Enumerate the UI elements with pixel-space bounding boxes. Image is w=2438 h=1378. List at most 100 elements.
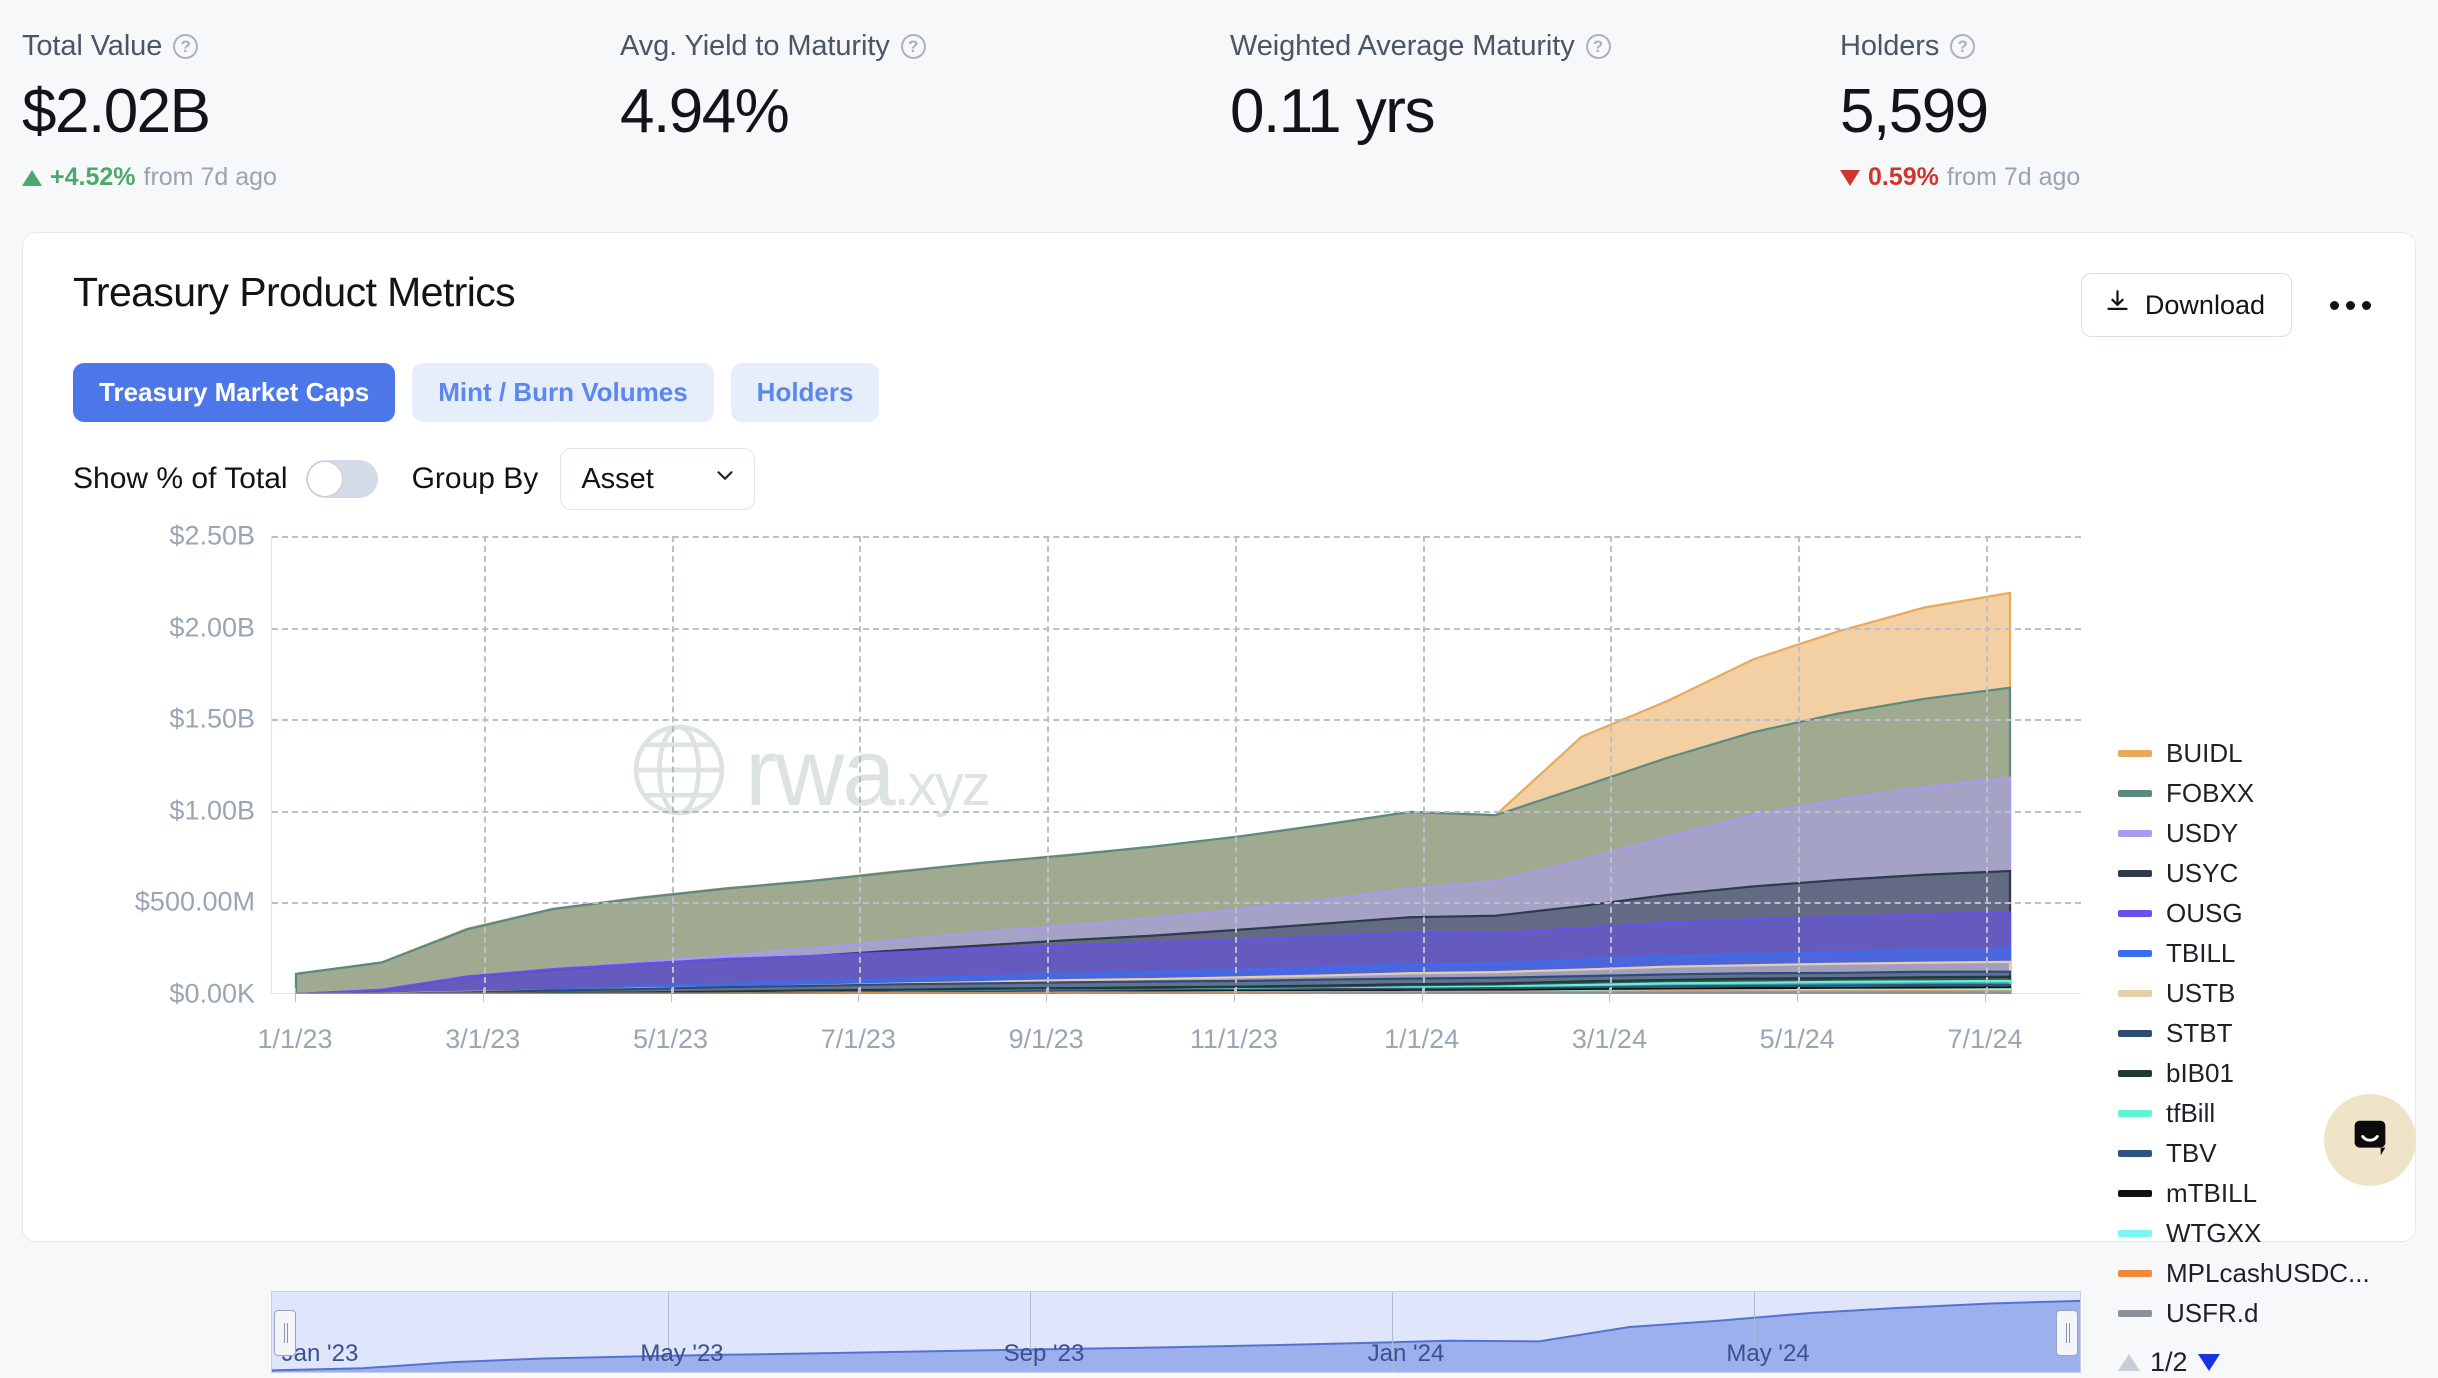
legend-item-label: FOBXX <box>2166 778 2254 809</box>
legend-page-indicator: 1/2 <box>2150 1347 2188 1378</box>
legend-item[interactable]: STBT <box>2118 1013 2418 1053</box>
legend-item[interactable]: USFR.d <box>2118 1293 2418 1333</box>
stacked-area-plot[interactable] <box>271 536 2081 994</box>
gridline-vertical <box>1986 536 1988 993</box>
legend-item[interactable]: TBILL <box>2118 933 2418 973</box>
legend-item[interactable]: USYC <box>2118 853 2418 893</box>
gridline-vertical <box>1235 536 1237 993</box>
gridline-horizontal <box>272 719 2081 721</box>
triangle-up-icon <box>22 170 42 186</box>
kpi-card-total-value: Total Value ? $2.02B +4.52% from 7d ago <box>0 22 620 222</box>
ellipsis-icon[interactable] <box>2324 291 2377 320</box>
gridline-vertical <box>1047 536 1049 993</box>
gridline-vertical <box>1423 536 1425 993</box>
kpi-strip: Total Value ? $2.02B +4.52% from 7d ago … <box>0 0 2438 222</box>
legend-color-swatch <box>2118 1030 2152 1037</box>
gridline-vertical <box>859 536 861 993</box>
question-circle-icon[interactable]: ? <box>1586 34 1611 59</box>
x-axis-tick-mark <box>483 988 484 1002</box>
legend-color-swatch <box>2118 790 2152 797</box>
group-by-select[interactable]: Asset <box>560 448 755 510</box>
kpi-label: Avg. Yield to Maturity <box>620 30 890 63</box>
x-axis-tick-mark <box>1046 988 1047 1002</box>
legend-color-swatch <box>2118 830 2152 837</box>
triangle-down-icon[interactable] <box>2198 1354 2220 1371</box>
show-percent-of-total-toggle[interactable] <box>306 460 378 498</box>
legend-item-label: OUSG <box>2166 898 2243 929</box>
legend-item[interactable]: MPLcashUSDC... <box>2118 1253 2418 1293</box>
legend-color-swatch <box>2118 1110 2152 1117</box>
card-header: Treasury Product Metrics Download <box>23 233 2415 337</box>
legend-color-swatch <box>2118 1310 2152 1317</box>
chart-controls: Show % of Total Group By Asset <box>23 422 2415 510</box>
y-axis-tick-label: $1.50B <box>169 704 255 735</box>
gridline-vertical <box>672 536 674 993</box>
legend-color-swatch <box>2118 1070 2152 1077</box>
show-percent-of-total-label: Show % of Total <box>73 462 288 496</box>
range-selector[interactable]: Jan '23May '23Sep '23Jan '24May '24 <box>271 1291 2081 1373</box>
legend-color-swatch <box>2118 870 2152 877</box>
range-tick-label: May '23 <box>640 1340 723 1368</box>
kpi-delta: 0.59% from 7d ago <box>1840 163 2400 192</box>
legend-item-label: STBT <box>2166 1018 2232 1049</box>
triangle-down-icon <box>1840 170 1860 186</box>
legend-item[interactable]: bIB01 <box>2118 1053 2418 1093</box>
download-button-label: Download <box>2145 290 2265 321</box>
legend-item-label: USYC <box>2166 858 2238 889</box>
x-axis-tick-label: 11/1/23 <box>1190 1024 1278 1055</box>
legend-color-swatch <box>2118 750 2152 757</box>
metric-tabs: Treasury Market Caps Mint / Burn Volumes… <box>23 337 2415 422</box>
legend-item-label: TBILL <box>2166 938 2235 969</box>
x-axis-tick-label: 5/1/24 <box>1760 1024 1835 1055</box>
triangle-up-icon[interactable] <box>2118 1354 2140 1371</box>
range-handle-left[interactable] <box>274 1310 296 1356</box>
legend-item[interactable]: FOBXX <box>2118 773 2418 813</box>
card-header-actions: Download <box>2081 269 2377 337</box>
legend-item-label: tfBill <box>2166 1098 2215 1129</box>
legend-item[interactable]: OUSG <box>2118 893 2418 933</box>
kpi-card-avg-yield-to-maturity: Avg. Yield to Maturity ? 4.94% <box>620 22 1230 222</box>
x-axis-tick-mark <box>671 988 672 1002</box>
x-axis-tick-label: 5/1/23 <box>633 1024 708 1055</box>
chart-area: $2.50B$2.00B$1.50B$1.00B$500.00M$0.00K r… <box>23 524 2415 1084</box>
legend-item-label: USDY <box>2166 818 2238 849</box>
kpi-value: $2.02B <box>22 79 620 144</box>
question-circle-icon[interactable]: ? <box>1950 34 1975 59</box>
kpi-value: 5,599 <box>1840 79 2400 144</box>
group-by-label: Group By <box>412 462 539 496</box>
range-handle-right[interactable] <box>2056 1310 2078 1356</box>
legend-item[interactable]: BUIDL <box>2118 733 2418 773</box>
treasury-product-metrics-card: Treasury Product Metrics Download Treasu… <box>22 232 2416 1242</box>
range-tick-label: May '24 <box>1726 1340 1809 1368</box>
kpi-delta: +4.52% from 7d ago <box>22 163 620 192</box>
tab-treasury-market-caps[interactable]: Treasury Market Caps <box>73 363 395 422</box>
legend-item-label: bIB01 <box>2166 1058 2234 1089</box>
question-circle-icon[interactable]: ? <box>901 34 926 59</box>
kpi-label: Holders <box>1840 30 1939 63</box>
kpi-label-row: Total Value ? <box>22 30 620 63</box>
legend-color-swatch <box>2118 1150 2152 1157</box>
y-axis-tick-label: $1.00B <box>169 795 255 826</box>
tab-mint-burn-volumes[interactable]: Mint / Burn Volumes <box>412 363 713 422</box>
download-button[interactable]: Download <box>2081 273 2292 337</box>
download-icon <box>2104 288 2131 322</box>
legend-item[interactable]: USDY <box>2118 813 2418 853</box>
legend-item-label: TBV <box>2166 1138 2217 1169</box>
x-axis-tick-label: 3/1/23 <box>445 1024 520 1055</box>
x-axis-tick-label: 1/1/24 <box>1384 1024 1459 1055</box>
gridline-vertical <box>484 536 486 993</box>
range-tick-label: Sep '23 <box>1004 1340 1085 1368</box>
x-axis-tick-mark <box>295 988 296 1002</box>
legend-item[interactable]: USTB <box>2118 973 2418 1013</box>
tab-holders[interactable]: Holders <box>731 363 880 422</box>
x-axis-tick-label: 9/1/23 <box>1009 1024 1084 1055</box>
gridline-horizontal <box>272 902 2081 904</box>
chart-legend: BUIDL FOBXX USDY USYC OUSG TBILL USTB STBT bIB01… <box>2118 733 2418 1378</box>
x-axis-tick-mark <box>1797 988 1798 1002</box>
chat-launcher-button[interactable] <box>2324 1094 2416 1186</box>
question-circle-icon[interactable]: ? <box>173 34 198 59</box>
kpi-label-row: Holders ? <box>1840 30 2400 63</box>
legend-item[interactable]: WTGXX <box>2118 1213 2418 1253</box>
legend-color-swatch <box>2118 990 2152 997</box>
gridline-vertical <box>1798 536 1800 993</box>
